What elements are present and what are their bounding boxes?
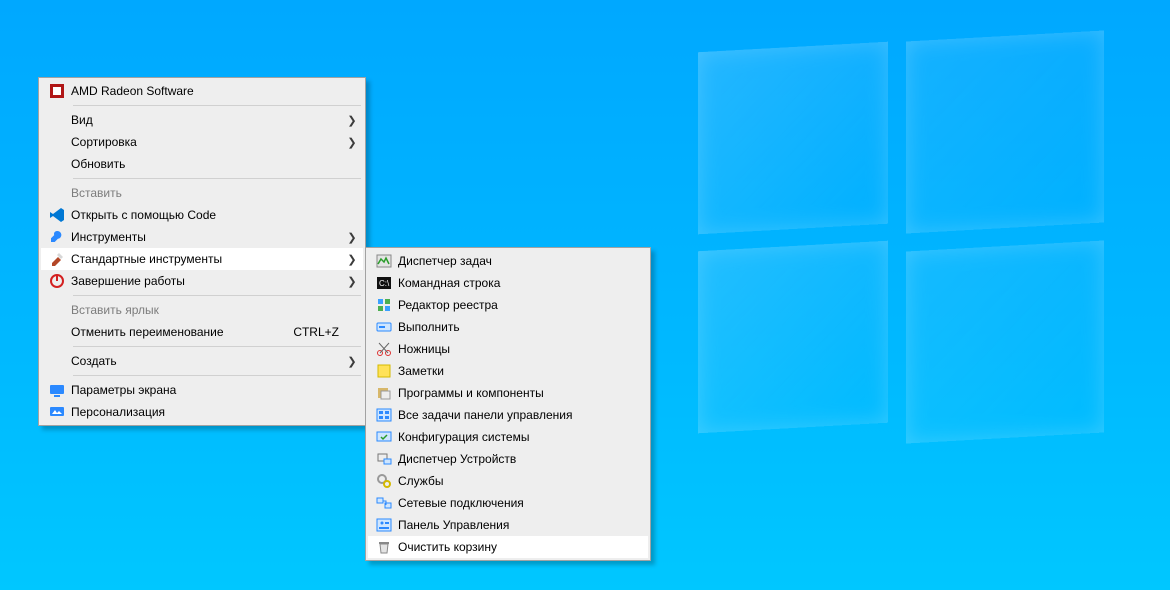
std-tools-icon [49, 251, 65, 267]
submenu-standard-tools: Диспетчер задач C:\ Командная строка Ред… [365, 247, 651, 561]
submenu-item-taskmgr[interactable]: Диспетчер задач [368, 250, 648, 272]
menu-item-paste-shortcut: Вставить ярлык [41, 299, 363, 321]
menu-item-new[interactable]: Создать ❯ [41, 350, 363, 372]
submenu-item-cpanel[interactable]: Панель Управления [368, 514, 648, 536]
menu-item-shutdown[interactable]: Завершение работы ❯ [41, 270, 363, 292]
menu-item-standard-tools[interactable]: Стандартные инструменты ❯ [41, 248, 363, 270]
amd-icon [49, 83, 65, 99]
netconn-icon [376, 495, 392, 511]
menu-item-label: Службы [398, 474, 644, 488]
menu-item-label: Выполнить [398, 320, 644, 334]
submenu-item-programs[interactable]: Программы и компоненты [368, 382, 648, 404]
menu-item-label: Вставить ярлык [71, 303, 345, 317]
menu-item-sort[interactable]: Сортировка ❯ [41, 131, 363, 153]
vscode-icon [49, 207, 65, 223]
menu-item-label: Завершение работы [71, 274, 345, 288]
submenu-item-snip[interactable]: Ножницы [368, 338, 648, 360]
menu-item-tools[interactable]: Инструменты ❯ [41, 226, 363, 248]
shutdown-icon [49, 273, 65, 289]
display-settings-icon [49, 382, 65, 398]
menu-item-label: Инструменты [71, 230, 345, 244]
menu-item-label: Создать [71, 354, 345, 368]
clean-bin-icon [376, 539, 392, 555]
chevron-right-icon: ❯ [345, 136, 359, 149]
alltasks-icon [376, 407, 392, 423]
menu-item-label: Сортировка [71, 135, 345, 149]
menu-item-label: Конфигурация системы [398, 430, 644, 444]
submenu-item-clean-bin[interactable]: Очистить корзину [368, 536, 648, 558]
submenu-item-regedit[interactable]: Редактор реестра [368, 294, 648, 316]
menu-item-label: AMD Radeon Software [71, 84, 345, 98]
menu-item-label: Панель Управления [398, 518, 644, 532]
menu-separator [73, 375, 361, 376]
tool-icon [49, 229, 65, 245]
cpanel-icon [376, 517, 392, 533]
chevron-right-icon: ❯ [345, 355, 359, 368]
menu-item-label: Параметры экрана [71, 383, 345, 397]
submenu-item-netconn[interactable]: Сетевые подключения [368, 492, 648, 514]
menu-item-label: Обновить [71, 157, 345, 171]
menu-item-open-with-code[interactable]: Открыть с помощью Code [41, 204, 363, 226]
chevron-right-icon: ❯ [345, 275, 359, 288]
menu-item-label: Командная строка [398, 276, 644, 290]
menu-item-label: Все задачи панели управления [398, 408, 644, 422]
menu-item-label: Очистить корзину [398, 540, 644, 554]
services-icon [376, 473, 392, 489]
cmd-icon: C:\ [376, 275, 392, 291]
menu-item-label: Стандартные инструменты [71, 252, 345, 266]
menu-item-personalize[interactable]: Персонализация [41, 401, 363, 423]
svg-text:C:\: C:\ [379, 279, 390, 288]
chevron-right-icon: ❯ [345, 231, 359, 244]
regedit-icon [376, 297, 392, 313]
menu-separator [73, 105, 361, 106]
menu-item-label: Редактор реестра [398, 298, 644, 312]
programs-icon [376, 385, 392, 401]
snip-icon [376, 341, 392, 357]
menu-item-shortcut: CTRL+Z [293, 325, 345, 339]
desktop-wallpaper[interactable]: AMD Radeon Software Вид ❯ Сортировка ❯ О… [0, 0, 1170, 590]
chevron-right-icon: ❯ [345, 253, 359, 266]
notes-icon [376, 363, 392, 379]
menu-item-display-settings[interactable]: Параметры экрана [41, 379, 363, 401]
chevron-right-icon: ❯ [345, 114, 359, 127]
submenu-item-run[interactable]: Выполнить [368, 316, 648, 338]
submenu-item-cmd[interactable]: C:\ Командная строка [368, 272, 648, 294]
taskmgr-icon [376, 253, 392, 269]
menu-item-label: Диспетчер Устройств [398, 452, 644, 466]
menu-item-label: Отменить переименование [71, 325, 293, 339]
personalize-icon [49, 404, 65, 420]
devmgr-icon [376, 451, 392, 467]
menu-item-paste: Вставить [41, 182, 363, 204]
menu-item-label: Программы и компоненты [398, 386, 644, 400]
submenu-item-alltasks[interactable]: Все задачи панели управления [368, 404, 648, 426]
menu-item-label: Сетевые подключения [398, 496, 644, 510]
menu-item-label: Ножницы [398, 342, 644, 356]
menu-item-label: Заметки [398, 364, 644, 378]
menu-item-label: Персонализация [71, 405, 345, 419]
menu-separator [73, 178, 361, 179]
menu-item-label: Диспетчер задач [398, 254, 644, 268]
menu-item-label: Вид [71, 113, 345, 127]
menu-separator [73, 346, 361, 347]
submenu-item-devmgr[interactable]: Диспетчер Устройств [368, 448, 648, 470]
windows-logo [698, 36, 1104, 442]
submenu-item-notes[interactable]: Заметки [368, 360, 648, 382]
menu-item-label: Вставить [71, 186, 345, 200]
menu-separator [73, 295, 361, 296]
menu-item-view[interactable]: Вид ❯ [41, 109, 363, 131]
menu-item-amd-radeon[interactable]: AMD Radeon Software [41, 80, 363, 102]
run-icon [376, 319, 392, 335]
submenu-item-msconfig[interactable]: Конфигурация системы [368, 426, 648, 448]
desktop-context-menu: AMD Radeon Software Вид ❯ Сортировка ❯ О… [38, 77, 366, 426]
menu-item-label: Открыть с помощью Code [71, 208, 345, 222]
menu-item-refresh[interactable]: Обновить [41, 153, 363, 175]
msconfig-icon [376, 429, 392, 445]
submenu-item-services[interactable]: Службы [368, 470, 648, 492]
menu-item-undo-rename[interactable]: Отменить переименование CTRL+Z [41, 321, 363, 343]
